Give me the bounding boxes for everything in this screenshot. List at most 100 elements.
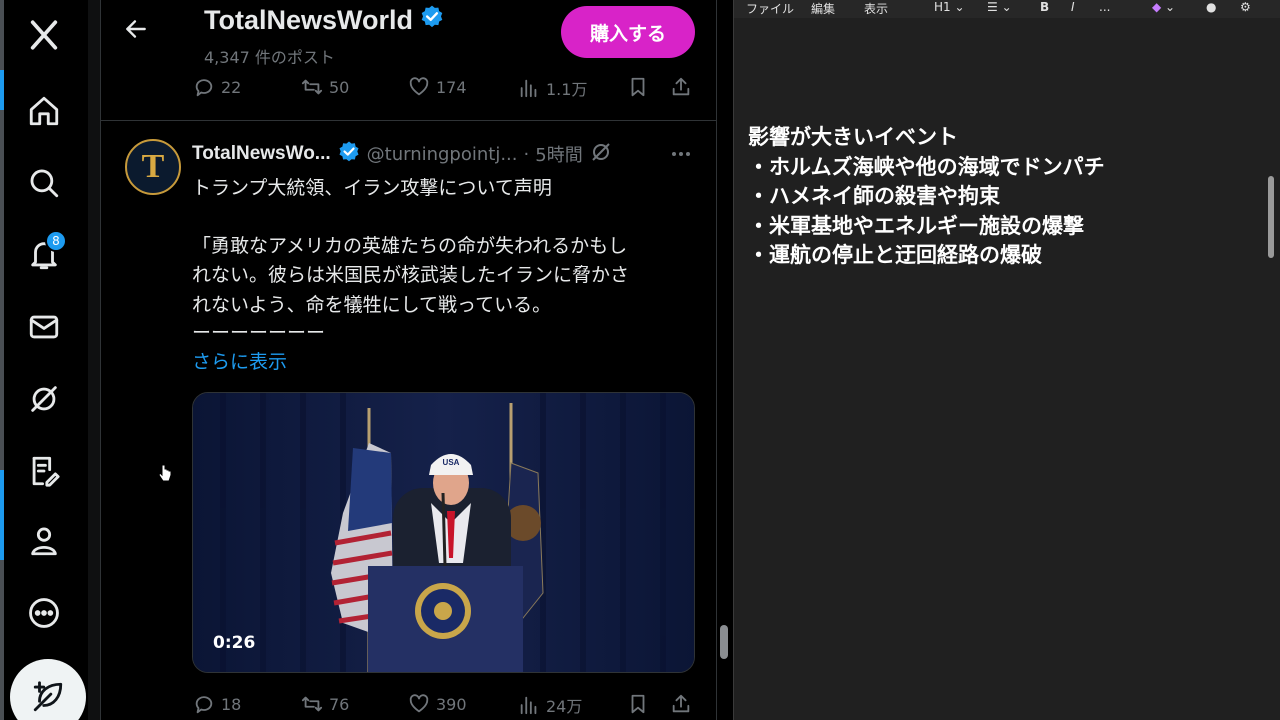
heading-label: H1 bbox=[934, 0, 951, 14]
notepad-scrollbar-thumb[interactable] bbox=[1268, 176, 1274, 258]
menu-view[interactable]: 表示 bbox=[864, 0, 888, 17]
show-more-link[interactable]: さらに表示 bbox=[192, 347, 287, 374]
post-count: 4,347 件のポスト bbox=[204, 48, 335, 67]
notepad-editor[interactable]: 影響が大きいイベント ・ホルムズ海峡や他の海域でドンパチ ・ハメネイ師の殺害や拘… bbox=[748, 123, 1105, 271]
repost-count: 50 bbox=[329, 77, 350, 97]
grok-icon[interactable] bbox=[25, 380, 63, 418]
nav-scroll-track bbox=[88, 0, 100, 720]
bookmark-button[interactable] bbox=[627, 693, 649, 715]
video-duration: 0:26 bbox=[213, 633, 256, 653]
search-icon[interactable] bbox=[25, 164, 63, 202]
video-player[interactable]: USA 0:26 bbox=[192, 392, 695, 673]
tweet-more-icon[interactable] bbox=[669, 142, 693, 170]
repost-count: 76 bbox=[329, 694, 350, 714]
like-button[interactable]: 174 bbox=[408, 76, 467, 98]
tweet-text-line: れない。彼らは米国民が核武装したイランに脅かさ bbox=[192, 264, 630, 286]
analytics-icon bbox=[520, 696, 537, 715]
profile-icon[interactable] bbox=[25, 522, 63, 560]
menu-file[interactable]: ファイル bbox=[746, 0, 794, 17]
back-button[interactable] bbox=[123, 16, 153, 46]
tweet-text-line: れないよう、命を犠牲にして戦っている。 bbox=[192, 294, 552, 316]
heading-dropdown[interactable]: H1 ⌄ bbox=[934, 0, 965, 14]
account-icon[interactable]: ● bbox=[1206, 0, 1216, 14]
tweet-time[interactable]: 5時間 bbox=[535, 141, 582, 167]
buy-button[interactable]: 購入する bbox=[561, 6, 695, 58]
author-handle[interactable]: @turningpointj... bbox=[367, 144, 518, 165]
views-button[interactable]: 24万 bbox=[518, 693, 582, 717]
grok-explain-icon[interactable] bbox=[589, 140, 613, 169]
notification-badge: 8 bbox=[45, 230, 67, 252]
bold-button[interactable]: B bbox=[1040, 0, 1049, 14]
hand-cursor-icon bbox=[158, 464, 172, 482]
note-line: 影響が大きいイベント bbox=[748, 125, 958, 149]
repost-icon bbox=[301, 696, 323, 712]
separator-dot: · bbox=[523, 143, 530, 165]
video-frame: USA bbox=[193, 393, 694, 672]
reply-count: 18 bbox=[221, 694, 242, 714]
bookmark-button[interactable] bbox=[627, 76, 649, 98]
italic-button[interactable]: I bbox=[1071, 0, 1075, 14]
copilot-icon[interactable]: ◆ ⌄ bbox=[1152, 0, 1175, 14]
page-title: TotalNewsWorld bbox=[204, 4, 445, 37]
more-icon[interactable] bbox=[25, 594, 63, 632]
compose-post-icon bbox=[33, 681, 63, 712]
note-line: ・米軍基地やエネルギー施設の爆撃 bbox=[748, 213, 1084, 238]
lists-icon[interactable] bbox=[25, 452, 63, 490]
like-count: 390 bbox=[436, 694, 467, 714]
bookmark-icon bbox=[631, 694, 645, 714]
share-button[interactable] bbox=[670, 693, 692, 715]
repost-button[interactable]: 76 bbox=[301, 693, 349, 715]
tweet-text-line: 「勇敢なアメリカの英雄たちの命が失われるかもし bbox=[192, 235, 628, 257]
settings-gear-icon[interactable]: ⚙ bbox=[1240, 0, 1251, 14]
like-button[interactable]: 390 bbox=[408, 693, 467, 715]
heart-icon bbox=[409, 694, 429, 713]
svg-text:USA: USA bbox=[443, 458, 460, 467]
chevron-down-icon: ⌄ bbox=[1001, 0, 1012, 14]
x-logo-icon[interactable] bbox=[25, 16, 63, 54]
menu-edit[interactable]: 編集 bbox=[811, 0, 835, 17]
home-icon[interactable] bbox=[25, 92, 63, 130]
share-button[interactable] bbox=[670, 76, 692, 98]
sidebar-nav: 8 bbox=[4, 0, 88, 720]
analytics-icon bbox=[520, 79, 537, 98]
views-button[interactable]: 1.1万 bbox=[518, 76, 587, 100]
messages-icon[interactable] bbox=[25, 308, 63, 346]
share-icon bbox=[672, 77, 690, 96]
author-name[interactable]: TotalNewsWo... bbox=[192, 143, 331, 165]
heart-icon bbox=[409, 77, 429, 96]
tweet-text-line: トランプ大統領、イラン攻撃について声明 bbox=[192, 177, 552, 199]
compose-post-button[interactable] bbox=[10, 659, 86, 720]
repost-button[interactable]: 50 bbox=[301, 76, 349, 98]
profile-name: TotalNewsWorld bbox=[204, 5, 414, 35]
view-count: 1.1万 bbox=[546, 80, 588, 99]
arrow-left-icon bbox=[126, 20, 146, 38]
timeline-scrollbar-thumb[interactable] bbox=[720, 625, 728, 659]
tweet-actions: 18 76 390 24万 bbox=[191, 693, 691, 720]
reply-count: 22 bbox=[221, 77, 242, 97]
reply-button[interactable]: 18 bbox=[193, 693, 241, 715]
previous-tweet-actions: 22 50 174 1.1万 bbox=[191, 76, 691, 104]
chevron-down-icon: ⌄ bbox=[954, 0, 965, 14]
bookmark-icon bbox=[631, 77, 645, 97]
tweet-text-line: ーーーーーーー bbox=[192, 322, 326, 344]
reply-icon bbox=[195, 696, 213, 714]
list-dropdown[interactable]: ☰ ⌄ bbox=[987, 0, 1012, 14]
reply-icon bbox=[195, 79, 213, 97]
like-count: 174 bbox=[436, 77, 467, 97]
view-count: 24万 bbox=[546, 697, 583, 716]
verified-badge-icon bbox=[419, 4, 445, 37]
tweet-divider bbox=[101, 120, 716, 121]
verified-badge-icon bbox=[337, 140, 361, 169]
avatar[interactable]: T bbox=[125, 139, 181, 195]
note-line: ・ハメネイ師の殺害や拘束 bbox=[748, 184, 1000, 208]
more-options-button[interactable]: ... bbox=[1099, 0, 1110, 14]
notepad-window: ファイル 編集 表示 H1 ⌄ ☰ ⌄ B I ... ◆ ⌄ ● ⚙ 影響が大… bbox=[733, 0, 1280, 720]
note-line: ・運航の停止と迂回経路の爆破 bbox=[748, 243, 1042, 267]
tweet-header: TotalNewsWo... @turningpointj... · 5時間 bbox=[192, 140, 613, 168]
reply-button[interactable]: 22 bbox=[193, 76, 241, 98]
notepad-menubar: ファイル 編集 表示 H1 ⌄ ☰ ⌄ B I ... ◆ ⌄ ● ⚙ bbox=[734, 0, 1280, 18]
profile-header: TotalNewsWorld 4,347 件のポスト 購入する bbox=[101, 0, 716, 67]
list-icon: ☰ bbox=[987, 0, 998, 14]
repost-icon bbox=[301, 79, 323, 95]
timeline-column: TotalNewsWorld 4,347 件のポスト 購入する 22 50 17… bbox=[100, 0, 717, 720]
